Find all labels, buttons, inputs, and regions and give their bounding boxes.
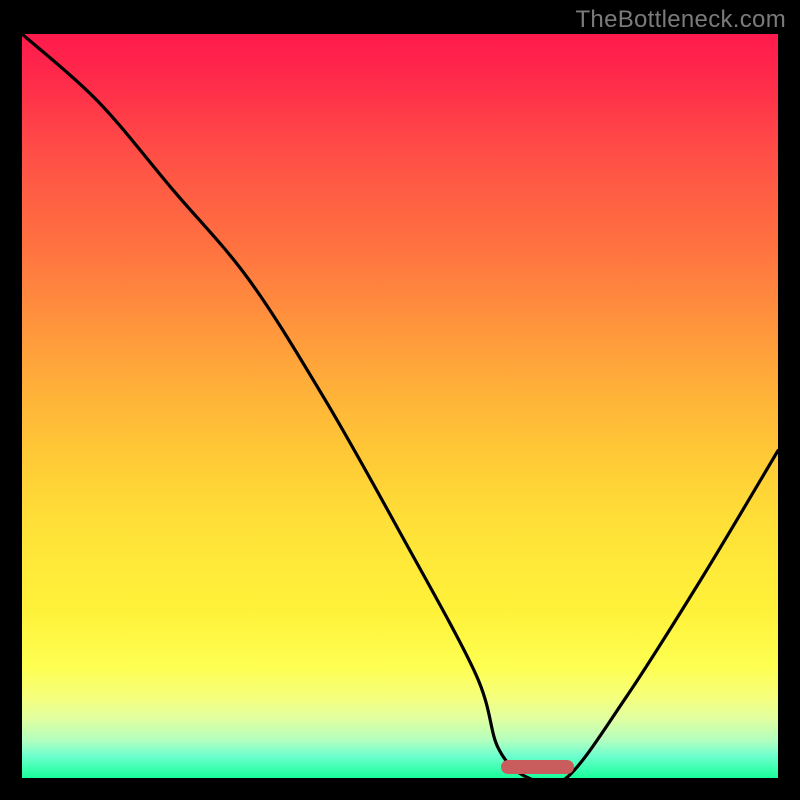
bottleneck-curve <box>22 34 778 778</box>
chart-plot-area <box>22 34 778 778</box>
attribution-text: TheBottleneck.com <box>575 6 786 34</box>
optimal-range-marker <box>501 760 574 774</box>
